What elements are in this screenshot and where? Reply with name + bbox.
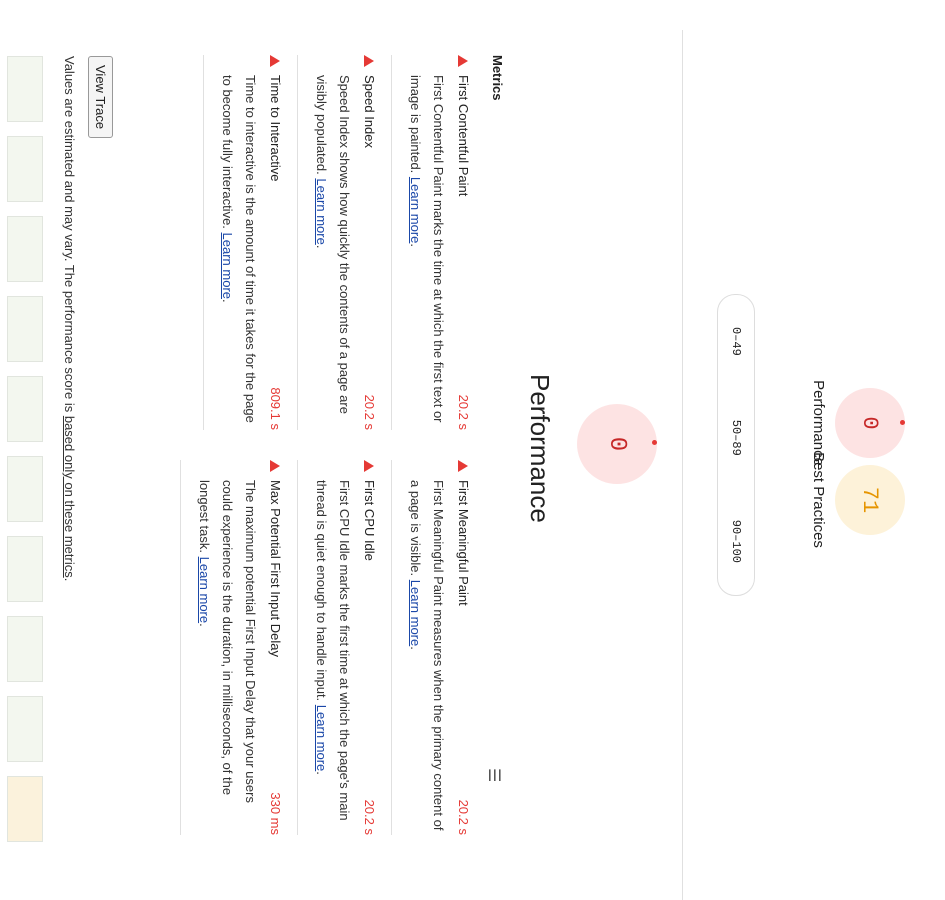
warning-icon — [364, 460, 375, 472]
filmstrip-frame — [7, 56, 43, 122]
learn-more-link[interactable]: Learn more — [408, 580, 423, 646]
legend-fail: 0–49 — [729, 326, 743, 356]
learn-more-link[interactable]: Learn more — [314, 178, 329, 244]
metrics-score-link[interactable]: based only on these metrics — [62, 416, 77, 578]
lighthouse-report: 0 Performance 71 Best Practices 0–49 50–… — [0, 0, 945, 900]
gauge-best-practices-score: 71 — [835, 465, 905, 535]
learn-more-link[interactable]: Learn more — [197, 557, 212, 623]
metrics-column-left: First Contentful Paint 20.2 s First Cont… — [203, 55, 485, 430]
learn-more-link[interactable]: Learn more — [220, 233, 235, 299]
metric-first-contentful-paint: First Contentful Paint 20.2 s First Cont… — [391, 55, 485, 430]
performance-score-gauge: 0 — [577, 404, 657, 484]
divider — [682, 30, 683, 900]
page-title: Performance — [525, 374, 555, 523]
filmstrip-frame — [7, 296, 43, 362]
metric-max-potential-fid: Max Potential First Input Delay 330 ms T… — [180, 460, 297, 835]
filmstrip-frame — [7, 136, 43, 202]
view-trace-button[interactable]: View Trace — [88, 56, 113, 139]
legend-pass: 90–100 — [729, 519, 743, 563]
performance-dot — [652, 440, 657, 445]
warning-icon — [270, 460, 281, 472]
score-legend: 0–49 50–89 90–100 — [717, 294, 755, 596]
metric-first-meaningful-paint: First Meaningful Paint 20.2 s First Mean… — [391, 460, 485, 835]
filmstrip-frame — [7, 776, 43, 842]
warning-icon — [458, 460, 469, 472]
metric-speed-index: Speed Index 20.2 s Speed Index shows how… — [297, 55, 391, 430]
warning-icon — [458, 55, 469, 67]
menu-icon[interactable]: ☰ — [484, 768, 504, 782]
metric-time-to-interactive: Time to Interactive 809.1 s Time to inte… — [203, 55, 297, 430]
disclaimer-note: Values are estimated and may vary. The p… — [62, 56, 77, 582]
filmstrip-frame — [7, 696, 43, 762]
warning-icon — [364, 55, 375, 67]
filmstrip-frame — [7, 216, 43, 282]
gauge-best-practices-label: Best Practices — [810, 452, 827, 548]
filmstrip — [5, 56, 43, 876]
metric-first-cpu-idle: First CPU Idle 20.2 s First CPU Idle mar… — [297, 460, 391, 835]
metrics-heading: Metrics — [490, 55, 505, 101]
indicator-dot — [900, 420, 905, 425]
gauge-best-practices[interactable]: 71 Best Practices — [809, 445, 905, 555]
filmstrip-frame — [7, 456, 43, 522]
warning-icon — [270, 55, 281, 67]
learn-more-link[interactable]: Learn more — [408, 177, 423, 243]
learn-more-link[interactable]: Learn more — [314, 705, 329, 771]
filmstrip-frame — [7, 536, 43, 602]
metrics-column-right: First Meaningful Paint 20.2 s First Mean… — [180, 460, 485, 835]
legend-average: 50–89 — [729, 419, 743, 456]
filmstrip-frame — [7, 376, 43, 442]
filmstrip-frame — [7, 616, 43, 682]
